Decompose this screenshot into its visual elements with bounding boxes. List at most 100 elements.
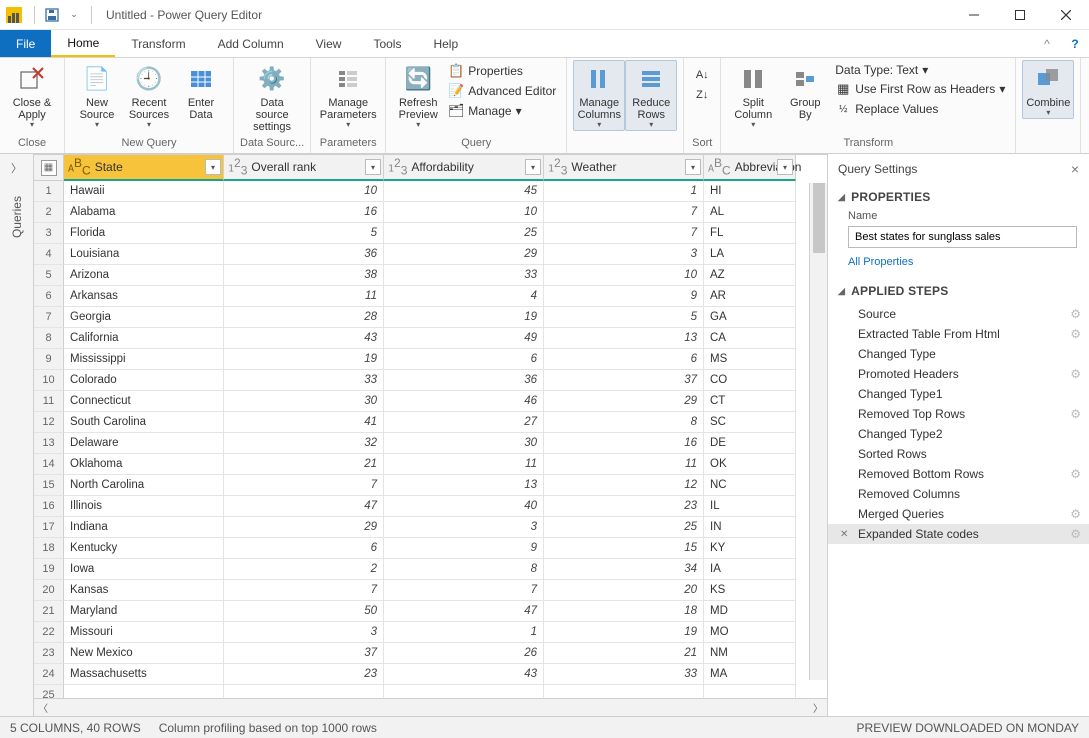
row-number[interactable]: 21 (34, 601, 64, 622)
new-source-button[interactable]: 📄New Source▾ (71, 60, 123, 131)
cell[interactable]: DE (704, 433, 796, 454)
row-number[interactable]: 23 (34, 643, 64, 664)
cell[interactable]: 47 (384, 601, 544, 622)
collapse-ribbon-icon[interactable]: ^ (1033, 30, 1061, 57)
applied-step[interactable]: Removed Top Rows⚙ (828, 404, 1089, 424)
cell[interactable]: NC (704, 475, 796, 496)
cell[interactable]: Maryland (64, 601, 224, 622)
cell[interactable]: GA (704, 307, 796, 328)
cell[interactable]: 7 (384, 580, 544, 601)
query-name-input[interactable] (848, 226, 1077, 248)
filter-icon[interactable]: ▾ (777, 159, 793, 175)
cell[interactable]: 27 (384, 412, 544, 433)
row-number[interactable]: 8 (34, 328, 64, 349)
cell[interactable]: MO (704, 622, 796, 643)
gear-icon[interactable]: ⚙ (1070, 407, 1081, 421)
cell[interactable]: 43 (384, 664, 544, 685)
cell[interactable]: Mississippi (64, 349, 224, 370)
cell[interactable]: 7 (224, 475, 384, 496)
gear-icon[interactable]: ⚙ (1070, 307, 1081, 321)
cell[interactable]: 33 (224, 370, 384, 391)
cell[interactable]: NM (704, 643, 796, 664)
cell[interactable]: 13 (544, 328, 704, 349)
cell[interactable]: SC (704, 412, 796, 433)
cell[interactable]: 19 (224, 349, 384, 370)
cell[interactable]: Louisiana (64, 244, 224, 265)
tab-help[interactable]: Help (417, 30, 474, 57)
row-number[interactable]: 18 (34, 538, 64, 559)
cell[interactable]: 45 (384, 181, 544, 202)
cell[interactable]: 26 (384, 643, 544, 664)
gear-icon[interactable]: ⚙ (1070, 527, 1081, 541)
column-header-overall-rank[interactable]: 123Overall rank▾ (224, 155, 384, 181)
advanced-editor-button[interactable]: 📝Advanced Editor (444, 82, 560, 100)
cell[interactable]: IN (704, 517, 796, 538)
cell[interactable]: Arizona (64, 265, 224, 286)
cell[interactable]: Alabama (64, 202, 224, 223)
cell[interactable]: 4 (384, 286, 544, 307)
cell[interactable]: 5 (224, 223, 384, 244)
scroll-left-icon[interactable]: 〈 (34, 700, 52, 715)
manage-columns-button[interactable]: Manage Columns▾ (573, 60, 625, 131)
applied-step[interactable]: Merged Queries⚙ (828, 504, 1089, 524)
row-number[interactable]: 11 (34, 391, 64, 412)
row-number[interactable]: 14 (34, 454, 64, 475)
horizontal-scrollbar[interactable]: 〈 〉 (34, 698, 827, 716)
manage-query-button[interactable]: 🗂Manage ▾ (444, 102, 560, 120)
applied-step[interactable]: Promoted Headers⚙ (828, 364, 1089, 384)
cell[interactable]: 7 (544, 223, 704, 244)
row-number[interactable]: 2 (34, 202, 64, 223)
combine-button[interactable]: Combine▾ (1022, 60, 1074, 119)
cell[interactable]: South Carolina (64, 412, 224, 433)
cell[interactable]: 21 (224, 454, 384, 475)
cell[interactable]: MS (704, 349, 796, 370)
cell[interactable]: 30 (224, 391, 384, 412)
cell[interactable]: 3 (544, 244, 704, 265)
row-number[interactable]: 13 (34, 433, 64, 454)
cell[interactable]: North Carolina (64, 475, 224, 496)
column-header-affordability[interactable]: 123Affordability▾ (384, 155, 544, 181)
expand-queries-icon[interactable]: 〉 (11, 160, 22, 176)
cell[interactable]: 25 (384, 223, 544, 244)
cell[interactable]: 18 (544, 601, 704, 622)
cell[interactable]: 23 (224, 664, 384, 685)
cell[interactable]: Illinois (64, 496, 224, 517)
tab-transform[interactable]: Transform (115, 30, 201, 57)
row-number[interactable]: 10 (34, 370, 64, 391)
cell[interactable]: 33 (544, 664, 704, 685)
cell[interactable]: 11 (224, 286, 384, 307)
cell[interactable]: KY (704, 538, 796, 559)
cell[interactable]: Florida (64, 223, 224, 244)
row-number[interactable]: 4 (34, 244, 64, 265)
cell[interactable]: KS (704, 580, 796, 601)
applied-steps-header[interactable]: ◢APPLIED STEPS (828, 278, 1089, 304)
cell[interactable]: FL (704, 223, 796, 244)
cell[interactable]: 7 (544, 202, 704, 223)
cell[interactable]: Indiana (64, 517, 224, 538)
cell[interactable]: 29 (544, 391, 704, 412)
cell[interactable]: Colorado (64, 370, 224, 391)
cell[interactable]: Arkansas (64, 286, 224, 307)
cell[interactable]: 3 (384, 517, 544, 538)
cell[interactable]: Kentucky (64, 538, 224, 559)
column-header-state[interactable]: ABCState▾ (64, 155, 224, 181)
column-header-weather[interactable]: 123Weather▾ (544, 155, 704, 181)
applied-step[interactable]: Removed Bottom Rows⚙ (828, 464, 1089, 484)
sort-desc-button[interactable]: Z↓ (690, 86, 714, 104)
enter-data-button[interactable]: Enter Data (175, 60, 227, 122)
gear-icon[interactable]: ⚙ (1070, 467, 1081, 481)
cell[interactable]: 13 (384, 475, 544, 496)
vertical-scrollbar[interactable] (809, 183, 827, 680)
cell[interactable]: 41 (224, 412, 384, 433)
row-number[interactable]: 17 (34, 517, 64, 538)
cell[interactable]: 1 (384, 622, 544, 643)
cell[interactable]: 32 (224, 433, 384, 454)
applied-step[interactable]: Changed Type1 (828, 384, 1089, 404)
cell[interactable]: 40 (384, 496, 544, 517)
cell[interactable]: Connecticut (64, 391, 224, 412)
cell[interactable]: CA (704, 328, 796, 349)
gear-icon[interactable]: ⚙ (1070, 507, 1081, 521)
cell[interactable]: 6 (224, 538, 384, 559)
replace-values-button[interactable]: ½Replace Values (831, 100, 1009, 118)
all-properties-link[interactable]: All Properties (828, 256, 1089, 278)
